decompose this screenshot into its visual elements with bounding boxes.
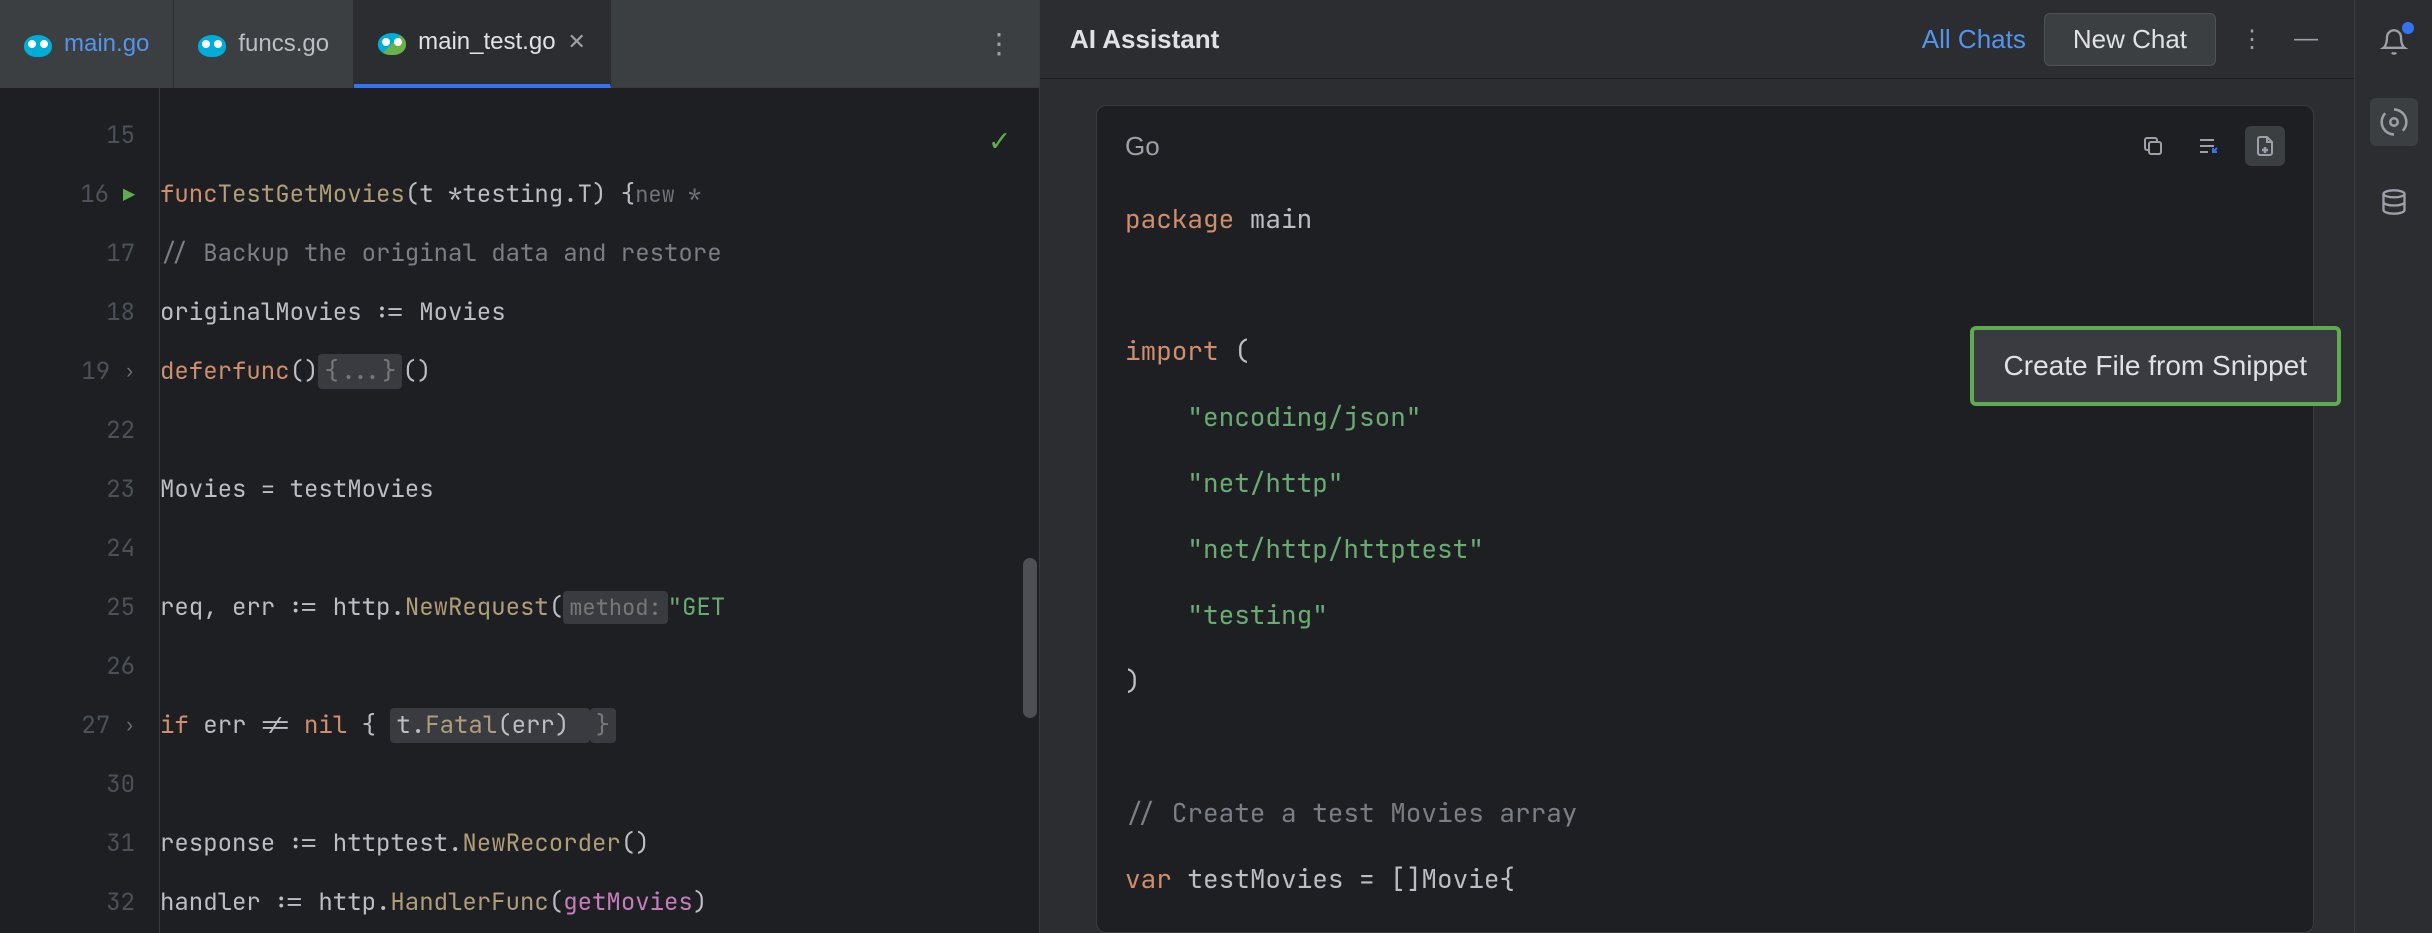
fold-icon[interactable]: › [124,360,135,383]
copy-icon[interactable] [2133,126,2173,166]
snippet-language: Go [1125,131,2117,162]
line-number: 18 [0,283,159,342]
ai-title: AI Assistant [1070,24,1904,55]
editor-tabs: main.go funcs.go main_test.go ✕ ⋮ [0,0,1039,88]
go-file-icon [24,35,52,53]
line-number: 27› [0,696,159,755]
tab-funcs-go[interactable]: funcs.go [174,0,354,88]
ai-header: AI Assistant All Chats New Chat ⋮ — [1040,0,2354,79]
run-test-icon[interactable]: ▶ [123,182,135,208]
code-area[interactable]: ✓ func TestGetMovies(t *testing.T) { new… [160,88,1039,933]
editor-scrollbar[interactable] [1023,558,1037,718]
tab-label: main_test.go [418,28,555,56]
notifications-icon[interactable] [2376,24,2412,60]
tab-main-go[interactable]: main.go [0,0,174,88]
go-file-icon [198,35,226,53]
close-tab-icon[interactable]: ✕ [568,29,586,55]
line-number: 16▶ [0,165,159,224]
notification-dot [2402,22,2414,34]
snippet-code[interactable]: package main import ( "encoding/json" "n… [1097,186,2313,932]
inspection-ok-icon[interactable]: ✓ [990,118,1009,161]
editor-pane: main.go funcs.go main_test.go ✕ ⋮ 15 16▶… [0,0,1040,933]
tab-main-test-go[interactable]: main_test.go ✕ [354,0,611,88]
more-menu-icon[interactable]: ⋮ [2234,19,2270,60]
database-tool-icon[interactable] [2376,184,2412,220]
line-number: 26 [0,637,159,696]
line-number: 30 [0,755,159,814]
line-number: 22 [0,401,159,460]
gutter: 15 16▶ 17 18 19› 22 23 24 25 26 27› 30 3… [0,88,160,933]
line-number: 15 [0,106,159,165]
fold-icon[interactable]: › [124,714,135,737]
code-snippet: Go Create File from Snippet package main… [1096,105,2314,933]
create-file-tooltip: Create File from Snippet [1970,326,2341,406]
line-number: 24 [0,519,159,578]
line-number: 31 [0,814,159,873]
minimize-icon[interactable]: — [2288,19,2324,59]
snippet-header: Go [1097,106,2313,186]
editor-body: 15 16▶ 17 18 19› 22 23 24 25 26 27› 30 3… [0,88,1039,933]
line-number: 25 [0,578,159,637]
tab-label: main.go [64,30,149,58]
tab-label: funcs.go [238,30,329,58]
new-chat-button[interactable]: New Chat [2044,13,2216,66]
tab-overflow-menu[interactable]: ⋮ [971,27,1027,60]
line-number: 23 [0,460,159,519]
insert-at-caret-icon[interactable] [2189,126,2229,166]
line-number: 17 [0,224,159,283]
ai-assistant-pane: AI Assistant All Chats New Chat ⋮ — Go C… [1040,0,2354,933]
line-number: 19› [0,342,159,401]
ai-assistant-tool-icon[interactable] [2370,98,2418,146]
all-chats-link[interactable]: All Chats [1922,24,2026,55]
right-tool-rail [2354,0,2432,933]
line-number: 32 [0,873,159,932]
go-test-file-icon [378,33,406,51]
create-file-from-snippet-icon[interactable] [2245,126,2285,166]
